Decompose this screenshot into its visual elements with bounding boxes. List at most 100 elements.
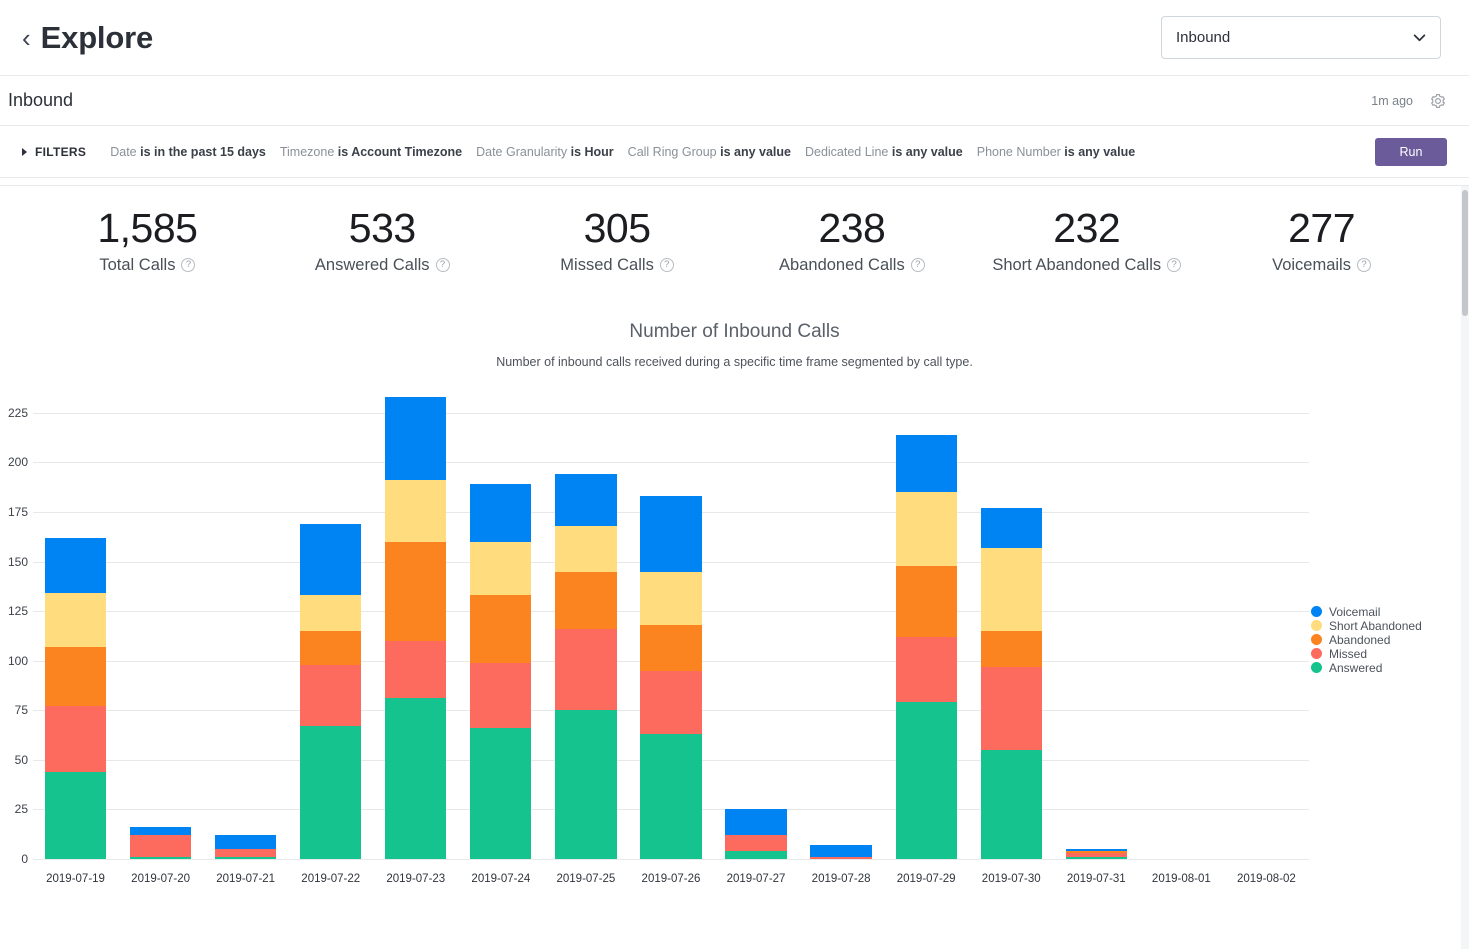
stacked-bar[interactable] (129, 827, 192, 859)
stacked-bar[interactable] (555, 474, 617, 859)
bar-segment[interactable] (385, 397, 447, 481)
stacked-bar[interactable] (385, 397, 447, 859)
bar-segment[interactable] (129, 835, 192, 857)
question-mark-icon[interactable]: ? (910, 258, 925, 273)
bar-column[interactable] (1224, 413, 1309, 859)
bar-segment[interactable] (980, 666, 1042, 750)
bar-segment[interactable] (215, 835, 277, 850)
bar-segment[interactable] (470, 541, 532, 596)
bar-column[interactable] (714, 413, 799, 859)
bar-segment[interactable] (555, 710, 617, 859)
bar-segment[interactable] (385, 480, 447, 542)
bar-segment[interactable] (640, 496, 702, 572)
legend-item[interactable]: Short Abandoned (1311, 619, 1457, 633)
question-mark-icon[interactable]: ? (181, 258, 196, 273)
bar-segment[interactable] (385, 640, 447, 699)
bar-segment[interactable] (129, 827, 192, 836)
stacked-bar[interactable] (810, 845, 872, 859)
bar-column[interactable] (628, 413, 713, 859)
bar-segment[interactable] (215, 856, 277, 859)
filters-expand-icon[interactable] (22, 147, 27, 156)
bar-segment[interactable] (300, 630, 362, 665)
bar-column[interactable] (288, 413, 373, 859)
vertical-scrollbar-thumb[interactable] (1462, 190, 1468, 316)
bar-segment[interactable] (980, 508, 1042, 548)
bar-segment[interactable] (44, 646, 107, 707)
run-button[interactable]: Run (1375, 137, 1447, 166)
bar-segment[interactable] (300, 523, 362, 596)
filter-chip[interactable]: Call Ring Group is any value (628, 145, 791, 159)
legend-item[interactable]: Voicemail (1311, 605, 1457, 619)
gear-icon[interactable] (1429, 92, 1447, 110)
bar-segment[interactable] (980, 547, 1042, 631)
bar-segment[interactable] (895, 565, 957, 637)
bar-segment[interactable] (640, 670, 702, 735)
bar-column[interactable] (799, 413, 884, 859)
bar-column[interactable] (543, 413, 628, 859)
bar-segment[interactable] (810, 856, 872, 859)
bar-segment[interactable] (470, 662, 532, 729)
bar-column[interactable] (373, 397, 458, 859)
bar-segment[interactable] (640, 571, 702, 626)
bar-segment[interactable] (725, 809, 787, 836)
stacked-bar[interactable] (895, 434, 957, 859)
bar-segment[interactable] (385, 541, 447, 641)
bar-segment[interactable] (640, 734, 702, 859)
bar-segment[interactable] (470, 484, 532, 542)
question-mark-icon[interactable]: ? (1356, 258, 1371, 273)
bar-segment[interactable] (385, 698, 447, 859)
bar-column[interactable] (884, 413, 969, 859)
bar-column[interactable] (1139, 413, 1224, 859)
filter-chip[interactable]: Dedicated Line is any value (805, 145, 963, 159)
chevron-left-icon[interactable]: ‹ (22, 25, 31, 51)
bar-segment[interactable] (895, 702, 957, 859)
bar-segment[interactable] (640, 625, 702, 671)
legend-item[interactable]: Abandoned (1311, 633, 1457, 647)
filters-toggle-label[interactable]: FILTERS (35, 145, 86, 159)
bar-segment[interactable] (895, 434, 957, 493)
stacked-bar[interactable] (980, 508, 1042, 859)
bar-segment[interactable] (300, 664, 362, 727)
bar-column[interactable] (118, 413, 203, 859)
bar-segment[interactable] (980, 630, 1042, 667)
filter-chip[interactable]: Date is in the past 15 days (110, 145, 266, 159)
bar-column[interactable] (33, 413, 118, 859)
filter-chip[interactable]: Timezone is Account Timezone (280, 145, 462, 159)
bar-segment[interactable] (555, 525, 617, 572)
bar-segment[interactable] (129, 856, 192, 859)
bar-segment[interactable] (555, 571, 617, 629)
question-mark-icon[interactable]: ? (1167, 258, 1182, 273)
bar-segment[interactable] (895, 636, 957, 703)
bar-segment[interactable] (555, 474, 617, 526)
bar-segment[interactable] (810, 845, 872, 857)
stacked-bar[interactable] (44, 537, 107, 859)
bar-segment[interactable] (44, 593, 107, 647)
stacked-bar[interactable] (1065, 849, 1127, 859)
stacked-bar[interactable] (300, 523, 362, 859)
bar-column[interactable] (969, 413, 1054, 859)
legend-item[interactable]: Missed (1311, 647, 1457, 661)
bar-segment[interactable] (44, 537, 107, 594)
report-select[interactable]: Inbound (1161, 16, 1441, 59)
stacked-bar[interactable] (215, 835, 277, 859)
bar-segment[interactable] (895, 492, 957, 566)
legend-item[interactable]: Answered (1311, 661, 1457, 675)
bar-segment[interactable] (980, 749, 1042, 859)
bar-segment[interactable] (215, 849, 277, 857)
bar-column[interactable] (203, 413, 288, 859)
bar-segment[interactable] (1065, 856, 1127, 859)
bar-segment[interactable] (300, 726, 362, 859)
bar-segment[interactable] (725, 850, 787, 859)
filter-chip[interactable]: Date Granularity is Hour (476, 145, 614, 159)
stacked-bar[interactable] (725, 809, 787, 859)
bar-segment[interactable] (725, 835, 787, 851)
bar-column[interactable] (458, 413, 543, 859)
bar-segment[interactable] (44, 706, 107, 772)
bar-column[interactable] (1054, 413, 1139, 859)
bar-segment[interactable] (44, 771, 107, 859)
filter-chip[interactable]: Phone Number is any value (977, 145, 1135, 159)
stacked-bar[interactable] (640, 496, 702, 859)
question-mark-icon[interactable]: ? (435, 258, 450, 273)
stacked-bar[interactable] (470, 484, 532, 859)
bar-segment[interactable] (470, 595, 532, 663)
